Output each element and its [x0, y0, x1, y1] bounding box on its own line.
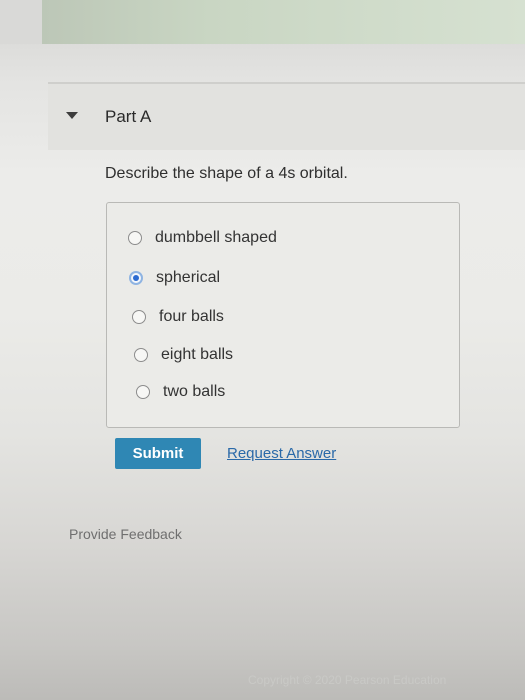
option-label: two balls	[163, 383, 226, 400]
option-label: dumbbell shaped	[155, 229, 277, 246]
option-label: eight balls	[161, 346, 234, 363]
provide-feedback-link[interactable]: Provide Feedback	[69, 526, 182, 542]
answer-options-box: dumbbell shaped spherical four balls eig…	[106, 202, 460, 428]
collapse-triangle-icon[interactable]	[66, 112, 78, 119]
radio-button[interactable]	[128, 231, 142, 245]
top-banner-margin	[0, 0, 42, 44]
submit-button[interactable]: Submit	[115, 438, 201, 469]
option-dumbbell-shaped[interactable]: dumbbell shaped	[128, 229, 277, 247]
radio-button-selected[interactable]	[129, 271, 143, 285]
part-title: Part A	[105, 107, 152, 126]
option-four-balls[interactable]: four balls	[132, 308, 224, 326]
request-answer-link[interactable]: Request Answer	[227, 445, 336, 462]
question-text: Describe the shape of a 4s orbital.	[105, 165, 348, 182]
option-two-balls[interactable]: two balls	[136, 383, 225, 401]
copyright-notice: Copyright © 2020 Pearson Education	[248, 673, 447, 687]
radio-button[interactable]	[136, 385, 150, 399]
option-label: spherical	[156, 269, 221, 286]
radio-button[interactable]	[132, 310, 146, 324]
radio-button[interactable]	[134, 348, 148, 362]
option-label: four balls	[159, 308, 224, 325]
option-eight-balls[interactable]: eight balls	[134, 346, 233, 364]
option-spherical[interactable]: spherical	[129, 269, 220, 287]
top-banner	[0, 0, 525, 44]
